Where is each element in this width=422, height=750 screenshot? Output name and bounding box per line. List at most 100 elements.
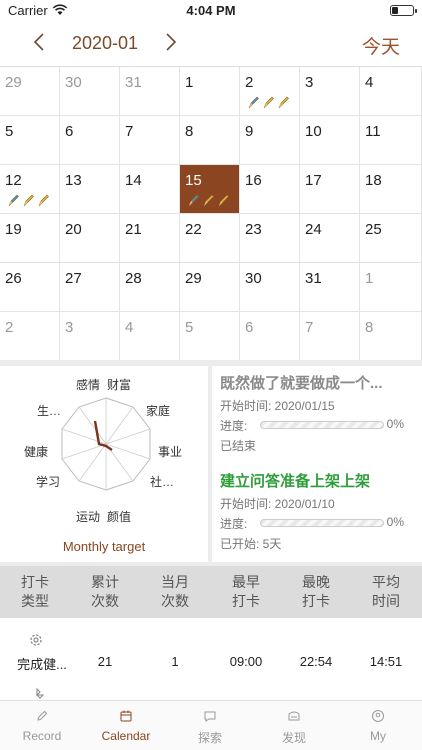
day-number: 14 [125,172,142,189]
radar-label-career: 事业 [158,445,183,459]
day-number: 4 [365,74,374,91]
pencil-icon [203,194,214,207]
day-number: 5 [5,123,14,140]
calendar-day[interactable]: 29 [180,263,240,312]
goal-title: 既然做了就要做成一个... [220,375,383,392]
calendar-day[interactable]: 9 [240,116,300,165]
calendar-day[interactable]: 7 [300,312,360,361]
day-number: 25 [365,221,382,238]
pencil-icon [38,194,49,207]
calendar-day[interactable]: 7 [120,116,180,165]
calendar-day[interactable]: 22 [180,214,240,263]
tab-explore[interactable]: 探索 [168,701,252,750]
calendar-day[interactable]: 29 [0,67,60,116]
calendar-week-row: 5 6 7 8 9 10 11 [0,116,422,165]
table-row[interactable]: 完成健... 21 1 09:00 22:54 14:51 [0,618,422,680]
goal-status: 已开始: 5天 [220,537,282,551]
radar-value-shape [93,420,113,451]
stat-total: 21 [97,654,113,669]
chevron-left-icon [33,33,44,51]
calendar-day[interactable]: 18 [360,165,422,214]
day-number: 16 [245,172,262,189]
table-row[interactable] [0,682,422,700]
gear-icon [30,634,42,646]
stat-type: 完成健... [17,657,67,672]
tab-discover[interactable]: 发现 [252,701,336,750]
day-number: 22 [185,221,202,238]
calendar-day[interactable]: 3 [60,312,120,361]
calendar-day[interactable]: 5 [180,312,240,361]
calendar-day[interactable]: 28 [120,263,180,312]
calendar-day-selected[interactable]: 15 [180,165,240,214]
calendar-day[interactable]: 10 [300,116,360,165]
calendar-day[interactable]: 8 [180,116,240,165]
day-number: 4 [125,319,134,336]
day-number: 31 [125,74,142,91]
stat-month: 1 [171,654,179,669]
calendar-day[interactable]: 6 [240,312,300,361]
battery-icon [390,5,417,16]
day-number: 10 [305,123,322,140]
day-number: 8 [365,319,374,336]
calendar-day[interactable]: 11 [360,116,422,165]
calendar-day[interactable]: 23 [240,214,300,263]
progress-bar [260,421,384,429]
calendar-day[interactable]: 4 [120,312,180,361]
monthly-target-label[interactable]: Monthly target [0,539,208,554]
calendar-day[interactable]: 26 [0,263,60,312]
day-number: 12 [5,172,22,189]
next-month-button[interactable] [164,31,178,58]
radar-label-study: 学习 [36,475,61,489]
calendar-day[interactable]: 5 [0,116,60,165]
calendar-day[interactable]: 14 [120,165,180,214]
calendar-day[interactable]: 20 [60,214,120,263]
tab-calendar[interactable]: Calendar [84,701,168,750]
stat-earliest: 09:00 [229,654,263,669]
goal-card[interactable]: 既然做了就要做成一个... 开始时间: 2020/01/15 进度: 0% 已结… [220,372,416,454]
calendar-day[interactable]: 24 [300,214,360,263]
month-nav-bar: 2020-01 今天 [0,22,422,66]
calendar-day[interactable]: 30 [240,263,300,312]
today-button[interactable]: 今天 [362,32,400,59]
calendar-day[interactable]: 17 [300,165,360,214]
chevron-right-icon [166,33,177,51]
calendar-day[interactable]: 27 [60,263,120,312]
day-number: 13 [65,172,82,189]
tab-my[interactable]: My [336,701,420,750]
progress-label: 进度: [220,517,248,531]
calendar-week-row: 2 3 4 5 6 7 8 [0,312,422,361]
calendar-week-row: 29 30 31 1 2 3 4 [0,67,422,116]
tab-label: 探索 [197,731,222,745]
calendar-day[interactable]: 1 [180,67,240,116]
calendar-day[interactable]: 12 [0,165,60,214]
day-number: 2 [245,74,254,91]
radar-label-health: 健康 [24,445,49,459]
calendar-day[interactable]: 2 [0,312,60,361]
calendar-day[interactable]: 31 [120,67,180,116]
day-number: 23 [245,221,262,238]
calendar-day[interactable]: 21 [120,214,180,263]
goal-card[interactable]: 建立问答准备上架上架 开始时间: 2020/01/10 进度: 0% 已开始: … [220,470,416,552]
radar-label-sport: 运动 [76,510,101,524]
day-number: 20 [65,221,82,238]
calendar-day[interactable]: 2 [240,67,300,116]
radar-label-social: 社… [150,475,175,489]
pencil-icon [218,194,229,207]
calendar-day[interactable]: 3 [300,67,360,116]
calendar-day[interactable]: 16 [240,165,300,214]
calendar-day[interactable]: 13 [60,165,120,214]
calendar-day[interactable]: 19 [0,214,60,263]
calendar-day[interactable]: 8 [360,312,422,361]
checkin-marks [247,95,292,109]
day-number: 9 [245,123,254,140]
prev-month-button[interactable] [32,31,46,58]
calendar-day[interactable]: 31 [300,263,360,312]
day-number: 30 [65,74,82,91]
tab-record[interactable]: Record [0,701,84,750]
calendar-day[interactable]: 25 [360,214,422,263]
calendar-day[interactable]: 30 [60,67,120,116]
discover-icon [288,711,300,721]
calendar-day[interactable]: 4 [360,67,422,116]
calendar-day[interactable]: 6 [60,116,120,165]
calendar-day[interactable]: 1 [360,263,422,312]
